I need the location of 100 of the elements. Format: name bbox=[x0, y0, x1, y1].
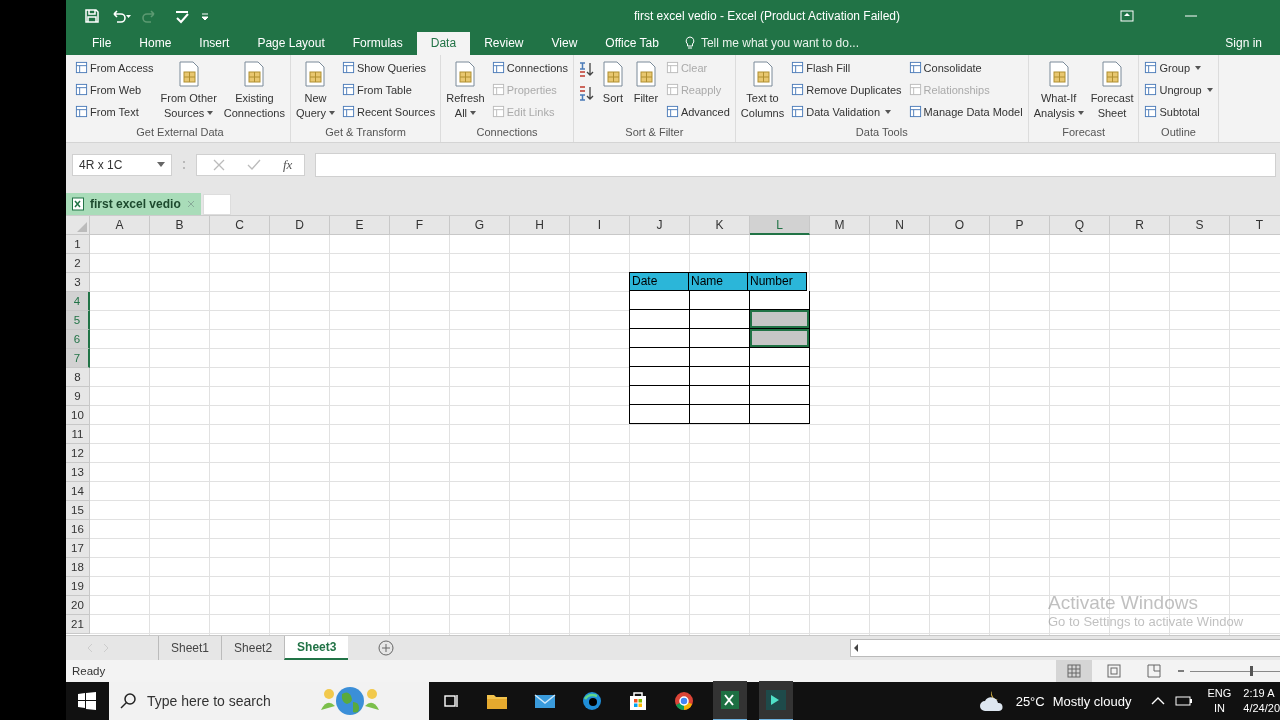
caret-icon bbox=[1077, 111, 1084, 116]
customize-icon[interactable] bbox=[200, 10, 210, 21]
clock-date[interactable]: 4/24/20 bbox=[1243, 701, 1280, 716]
column-header[interactable]: S bbox=[1170, 215, 1230, 235]
undo-icon[interactable] bbox=[110, 7, 132, 24]
ribbon-button[interactable]: Subtotal bbox=[1142, 101, 1215, 122]
ribbon-button[interactable]: New Query bbox=[293, 57, 337, 126]
ribbon-tab[interactable]: Page Layout bbox=[243, 31, 339, 55]
column-header[interactable]: G bbox=[450, 215, 510, 235]
ribbon-button[interactable]: Show Queries bbox=[339, 57, 438, 78]
column-header[interactable]: D bbox=[270, 215, 330, 235]
ribbon-button[interactable]: Group bbox=[1142, 57, 1215, 78]
table-icon bbox=[1144, 105, 1158, 119]
column-header[interactable]: O bbox=[930, 215, 990, 235]
column-header[interactable]: B bbox=[150, 215, 210, 235]
formula-field[interactable] bbox=[315, 152, 1276, 177]
group-label: Sort & Filter bbox=[624, 125, 685, 140]
table-icon bbox=[791, 105, 805, 119]
column-header[interactable]: N bbox=[870, 215, 930, 235]
table-icon bbox=[665, 83, 679, 97]
column-header[interactable]: F bbox=[390, 215, 450, 235]
table-icon bbox=[908, 83, 922, 97]
ribbon-button[interactable]: From Other Sources bbox=[158, 57, 219, 126]
column-header[interactable]: A bbox=[90, 215, 150, 235]
ribbon-button[interactable]: Existing Connections bbox=[221, 57, 287, 126]
column-header[interactable]: I bbox=[570, 215, 630, 235]
excel-icon[interactable] bbox=[713, 681, 747, 720]
ribbon-tab[interactable]: File bbox=[78, 31, 126, 55]
column-header[interactable]: K bbox=[690, 215, 750, 235]
ribbon-button[interactable]: Filter bbox=[630, 57, 661, 126]
ribbon-tab[interactable]: Data bbox=[416, 31, 471, 55]
ribbon-tab[interactable]: Formulas bbox=[338, 31, 417, 55]
ribbon-button[interactable]: Forecast Sheet bbox=[1088, 57, 1136, 126]
ribbon-tab[interactable]: Review bbox=[470, 31, 538, 55]
column-header[interactable]: J bbox=[630, 215, 690, 235]
ribbon-button[interactable]: What-If Analysis bbox=[1031, 57, 1086, 126]
ribbon-button[interactable]: Data Validation bbox=[789, 101, 904, 122]
tell-me-field[interactable]: Tell me what you want to do... bbox=[672, 31, 903, 55]
document-tab[interactable]: first excel vedio bbox=[66, 192, 201, 215]
column-header[interactable]: C bbox=[210, 215, 270, 235]
mail-icon[interactable] bbox=[534, 692, 556, 710]
table-icon bbox=[665, 61, 679, 75]
column-header[interactable]: H bbox=[510, 215, 570, 235]
ribbon-button[interactable]: Recent Sources bbox=[339, 101, 438, 122]
sheet-tab[interactable]: Sheet3 bbox=[284, 636, 349, 660]
ribbon-button[interactable]: Consolidate bbox=[906, 57, 1025, 78]
caret-icon bbox=[328, 111, 335, 116]
ribbon-button[interactable]: From Web bbox=[73, 79, 156, 100]
sign-in-link[interactable]: Sign in bbox=[1207, 31, 1280, 55]
ribbon-button[interactable]: Refresh All bbox=[444, 57, 487, 126]
battery-icon[interactable] bbox=[1175, 696, 1194, 706]
column-header[interactable]: P bbox=[990, 215, 1050, 235]
group-label: Connections bbox=[475, 125, 539, 140]
column-header[interactable]: L bbox=[750, 215, 810, 235]
ribbon-button[interactable]: Flash Fill bbox=[789, 57, 904, 78]
table-icon bbox=[491, 105, 505, 119]
ribbon-tab[interactable]: View bbox=[537, 31, 592, 55]
ribbon-button[interactable]: From Table bbox=[339, 79, 438, 100]
ribbon-display-icon[interactable] bbox=[1120, 9, 1134, 22]
normal-view-icon[interactable] bbox=[1056, 660, 1092, 682]
group-label: Get & Transform bbox=[324, 125, 407, 140]
browser-icon[interactable] bbox=[674, 691, 694, 711]
ribbon-button[interactable]: From Access bbox=[73, 57, 156, 78]
ribbon-button[interactable]: Ungroup bbox=[1142, 79, 1215, 100]
task-view-icon[interactable] bbox=[442, 692, 460, 710]
save-icon[interactable] bbox=[84, 7, 100, 24]
name-box[interactable]: 4R x 1C bbox=[72, 153, 172, 176]
windows-logo-icon[interactable] bbox=[78, 692, 96, 710]
clock-time[interactable]: 2:19 A bbox=[1243, 686, 1275, 701]
video-editor-icon[interactable] bbox=[759, 681, 793, 720]
weather-text: Mostly cloudy bbox=[1052, 693, 1132, 709]
column-header[interactable]: R bbox=[1110, 215, 1170, 235]
table-icon bbox=[908, 61, 922, 75]
ribbon-tab[interactable]: Office Tab bbox=[591, 31, 673, 55]
ribbon-button[interactable]: Advanced bbox=[663, 101, 732, 122]
ribbon-button[interactable]: Connections bbox=[489, 57, 570, 78]
language-indicator[interactable]: ENG bbox=[1207, 686, 1232, 701]
column-header[interactable]: M bbox=[810, 215, 870, 235]
column-header[interactable]: T bbox=[1230, 215, 1280, 235]
table-header-cell: Number bbox=[747, 271, 807, 291]
store-icon[interactable] bbox=[628, 691, 648, 711]
folder-icon[interactable] bbox=[486, 692, 508, 710]
language-indicator[interactable]: IN bbox=[1213, 701, 1225, 716]
table-icon bbox=[665, 105, 679, 119]
add-sheet-icon[interactable] bbox=[378, 640, 395, 656]
chevron-up-icon[interactable] bbox=[1151, 696, 1166, 706]
column-header[interactable]: E bbox=[330, 215, 390, 235]
ribbon-button[interactable]: Text to Columns bbox=[738, 57, 787, 126]
insert-function-button[interactable]: fx bbox=[283, 156, 293, 173]
browser-icon[interactable] bbox=[582, 691, 602, 711]
ribbon-tab[interactable]: Home bbox=[125, 31, 186, 55]
ribbon-button[interactable]: From Text bbox=[73, 101, 156, 122]
ribbon-button[interactable]: Sort bbox=[597, 57, 628, 126]
ribbon-button[interactable]: Manage Data Model bbox=[906, 101, 1025, 122]
column-header[interactable]: Q bbox=[1050, 215, 1110, 235]
horizontal-scrollbar[interactable] bbox=[850, 639, 1280, 657]
caret-icon[interactable] bbox=[157, 162, 165, 168]
ribbon-button[interactable]: Remove Duplicates bbox=[789, 79, 904, 100]
zoom-slider-thumb[interactable] bbox=[1250, 665, 1253, 676]
ribbon-tab[interactable]: Insert bbox=[185, 31, 244, 55]
